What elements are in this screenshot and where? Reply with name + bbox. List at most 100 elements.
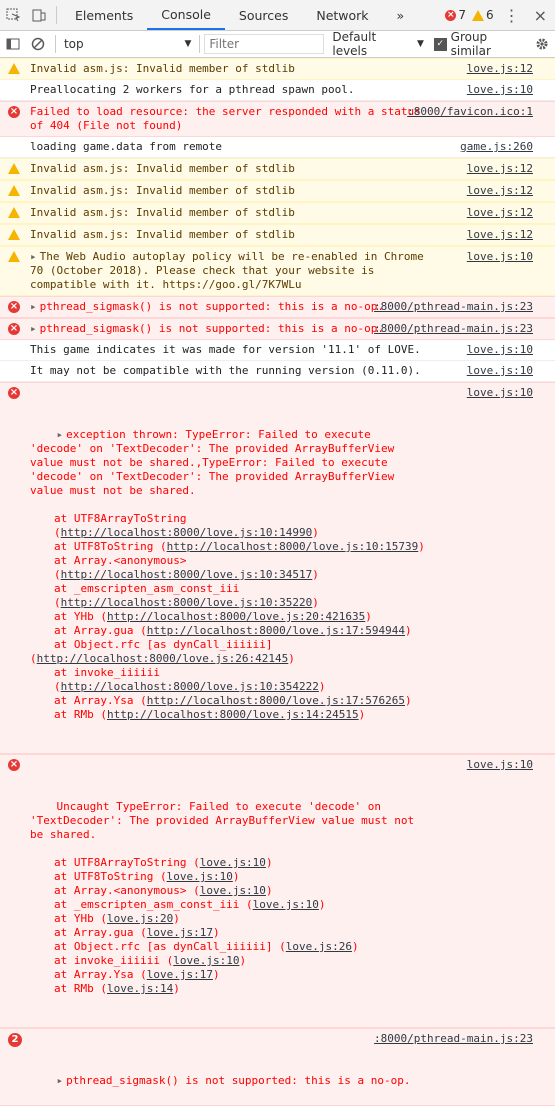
source-link[interactable]: love.js:12 [467, 62, 533, 76]
frame-source-link[interactable]: love.js:26 [286, 940, 352, 953]
stack-frame: at Object.rfc [as dynCall_iiiiii] (love.… [30, 940, 425, 954]
source-link[interactable]: love.js:12 [467, 184, 533, 198]
frame-source-link[interactable]: love.js:20 [107, 912, 173, 925]
stack-frame: at _emscripten_asm_const_iii (http://loc… [30, 582, 425, 610]
message-text: This game indicates it was made for vers… [30, 343, 421, 356]
frame-source-link[interactable]: love.js:10 [167, 870, 233, 883]
source-link[interactable]: love.js:10 [467, 758, 533, 772]
tab-console[interactable]: Console [147, 0, 225, 30]
message-text: Invalid asm.js: Invalid member of stdlib [30, 228, 295, 241]
frame-function: at Array.Ysa ( [54, 968, 147, 981]
frame-source-link[interactable]: http://localhost:8000/love.js:20:421635 [107, 610, 365, 623]
warning-icon [8, 185, 20, 196]
more-tabs-icon[interactable]: » [383, 0, 419, 30]
warning-count[interactable]: 6 [471, 8, 494, 22]
message-text: Invalid asm.js: Invalid member of stdlib [30, 184, 295, 197]
frame-source-link[interactable]: love.js:10 [173, 954, 239, 967]
tab-elements[interactable]: Elements [61, 0, 147, 30]
source-link[interactable]: love.js:12 [467, 162, 533, 176]
source-link[interactable]: :8000/pthread-main.js:23 [374, 300, 533, 314]
stack-frame: at invoke_iiiiii (love.js:10) [30, 954, 425, 968]
frame-function: at RMb ( [54, 982, 107, 995]
frame-source-link[interactable]: http://localhost:8000/love.js:10:35220 [61, 596, 313, 609]
sidebar-toggle-icon[interactable] [0, 29, 25, 59]
frame-source-link[interactable]: http://localhost:8000/love.js:17:576265 [147, 694, 405, 707]
expand-triangle-icon[interactable]: ▸ [30, 322, 37, 335]
source-link[interactable]: love.js:12 [467, 206, 533, 220]
stack-frame: at Array.<anonymous> (http://localhost:8… [30, 554, 425, 582]
frame-source-link[interactable]: love.js:17 [147, 968, 213, 981]
error-count[interactable]: × 7 [445, 8, 466, 22]
error-icon: × [445, 9, 457, 21]
source-link[interactable]: :8000/pthread-main.js:23 [374, 322, 533, 336]
expand-triangle-icon[interactable]: ▸ [30, 300, 37, 313]
stack-frame: at UTF8ToString (love.js:10) [30, 870, 425, 884]
error-icon: × [8, 387, 20, 399]
frame-suffix: ) [405, 694, 412, 707]
frame-suffix: ) [365, 610, 372, 623]
error-icon: × [8, 106, 20, 118]
divider [56, 6, 57, 24]
inspect-element-icon[interactable] [0, 0, 26, 30]
error-icon: × [8, 323, 20, 335]
source-link[interactable]: love.js:12 [467, 228, 533, 242]
source-link[interactable]: game.js:260 [460, 140, 533, 154]
close-icon[interactable]: × [530, 6, 551, 25]
dropdown-arrow-icon: ▼ [416, 39, 424, 49]
source-link[interactable]: love.js:10 [467, 364, 533, 378]
expand-triangle-icon[interactable]: ▸ [57, 428, 64, 441]
expand-triangle-icon[interactable]: ▸ [57, 1074, 64, 1087]
message-text: Invalid asm.js: Invalid member of stdlib [30, 206, 295, 219]
source-link[interactable]: :8000/pthread-main.js:23 [374, 1032, 533, 1046]
stack-frame: at Array.Ysa (love.js:17) [30, 968, 425, 982]
frame-source-link[interactable]: http://localhost:8000/love.js:26:42145 [37, 652, 289, 665]
warn-message: love.js:10 ▸ The Web Audio autoplay policy… [0, 246, 555, 296]
frame-source-link[interactable]: http://localhost:8000/love.js:10:354222 [61, 680, 319, 693]
group-similar-checkbox[interactable]: ✓ Group similar [433, 30, 530, 58]
source-link[interactable]: love.js:10 [467, 386, 533, 400]
frame-source-link[interactable]: http://localhost:8000/love.js:10:34517 [61, 568, 313, 581]
log-levels-dropdown[interactable]: Default levels ▼ [332, 30, 424, 58]
frame-suffix: ) [312, 596, 319, 609]
source-link[interactable]: :8000/favicon.ico:1 [407, 105, 533, 119]
frame-source-link[interactable]: http://localhost:8000/love.js:10:14990 [61, 526, 313, 539]
message-text: Preallocating 2 workers for a pthread sp… [30, 83, 355, 96]
expand-triangle-icon[interactable]: ▸ [30, 250, 37, 263]
frame-suffix: ) [212, 926, 220, 939]
source-link[interactable]: love.js:10 [467, 343, 533, 357]
frame-suffix: ) [173, 912, 180, 925]
stack-trace: at UTF8ArrayToString (http://localhost:8… [30, 512, 425, 722]
frame-source-link[interactable]: http://localhost:8000/love.js:10:15739 [167, 540, 419, 553]
frame-suffix: ) [312, 568, 319, 581]
log-message: love.js:10 Preallocating 2 workers for a … [0, 80, 555, 101]
stack-frame: at Array.<anonymous> (love.js:10) [30, 884, 425, 898]
stack-frame: at RMb (http://localhost:8000/love.js:14… [30, 708, 425, 722]
clear-console-icon[interactable] [25, 29, 50, 59]
frame-source-link[interactable]: love.js:10 [200, 884, 266, 897]
error-message: × :8000/pthread-main.js:23 ▸ pthread_sigmas… [0, 318, 555, 340]
frame-source-link[interactable]: love.js:14 [107, 982, 173, 995]
error-icon: × [8, 301, 20, 313]
source-link[interactable]: love.js:10 [467, 250, 533, 264]
frame-suffix: ) [232, 870, 240, 883]
source-link[interactable]: love.js:10 [467, 83, 533, 97]
frame-source-link[interactable]: http://localhost:8000/love.js:14:24515 [107, 708, 359, 721]
message-text: It may not be compatible with the runnin… [30, 364, 421, 377]
more-options-icon[interactable]: ⋮ [500, 6, 524, 25]
warn-message: love.js:12 Invalid asm.js: Invalid member… [0, 58, 555, 80]
frame-source-link[interactable]: love.js:10 [253, 898, 319, 911]
settings-gear-icon[interactable] [530, 29, 555, 59]
device-toolbar-icon[interactable] [26, 0, 52, 30]
tab-network[interactable]: Network [302, 0, 382, 30]
filter-input[interactable] [204, 34, 325, 54]
message-text: pthread_sigmask() is not supported: this… [39, 322, 384, 335]
frame-source-link[interactable]: love.js:10 [200, 856, 266, 869]
frame-source-link[interactable]: http://localhost:8000/love.js:17:594944 [147, 624, 405, 637]
error-icon: × [8, 759, 20, 771]
frame-source-link[interactable]: love.js:17 [147, 926, 213, 939]
message-text: The Web Audio autoplay policy will be re… [30, 250, 431, 291]
tab-sources[interactable]: Sources [225, 0, 302, 30]
error-message: ×:8000/pthread-main.js:23 ▸ pthread_sigmas… [0, 296, 555, 318]
context-select[interactable]: top ▼ [60, 34, 195, 54]
frame-function: at UTF8ToString ( [54, 540, 167, 553]
